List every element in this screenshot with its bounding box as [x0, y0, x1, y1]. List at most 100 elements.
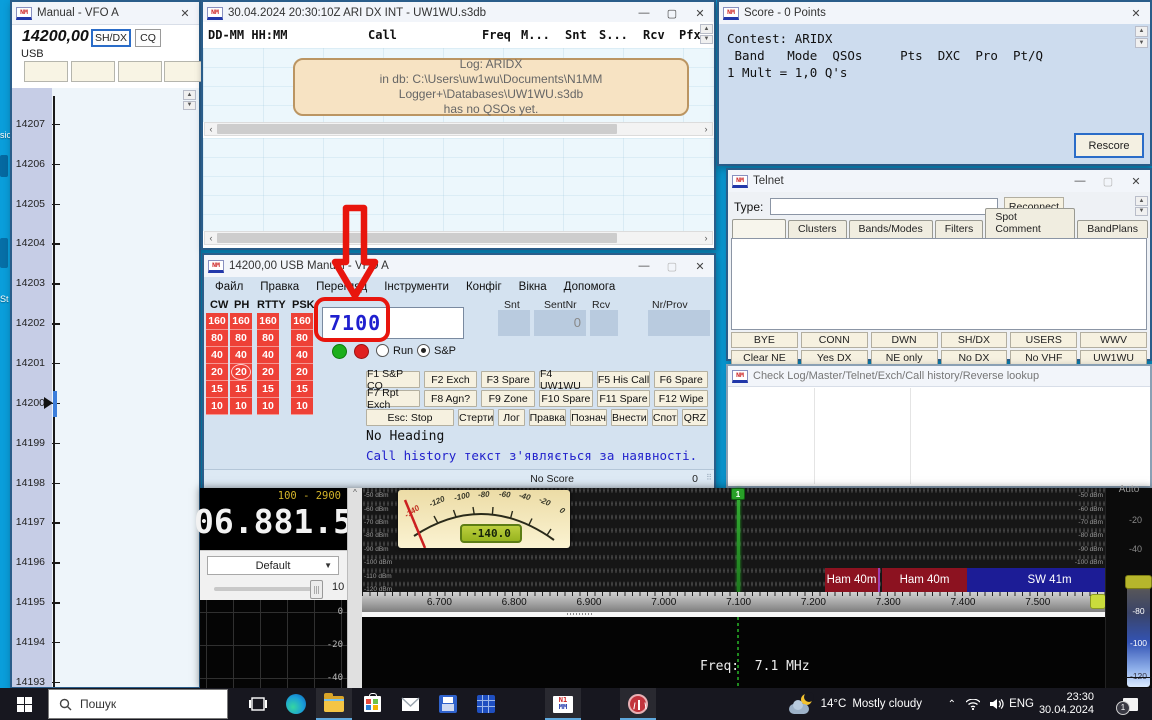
log-column-header[interactable]: DD-MM HH:MM [208, 28, 287, 42]
telnet-command-button[interactable]: BYE [731, 332, 798, 348]
function-key-button[interactable]: F1 S&P CQ [366, 371, 420, 388]
band-button[interactable]: 80 [230, 330, 252, 347]
log-column-header[interactable]: Pfx [679, 28, 701, 42]
function-key-button[interactable]: F4 UW1WU [539, 371, 593, 388]
telnet-command-button[interactable]: SH/DX [941, 332, 1008, 348]
function-key-button[interactable]: F12 Wipe [654, 390, 708, 407]
band-button[interactable]: 40 [206, 347, 228, 364]
volume-tray-icon[interactable] [990, 688, 1004, 720]
action-button[interactable]: Стерти [458, 409, 494, 426]
action-button[interactable]: Спот [652, 409, 678, 426]
minimize-icon[interactable]: — [630, 2, 658, 24]
log-hscrollbar2[interactable]: ‹ › [204, 231, 713, 245]
waterfall-color-scale[interactable]: -80 -100 -120 [1127, 575, 1150, 687]
tab-current[interactable] [732, 219, 786, 238]
file-explorer-button[interactable] [316, 688, 352, 720]
vfo-field[interactable] [24, 61, 68, 82]
nrprov-field[interactable] [648, 310, 710, 336]
close-icon[interactable]: ✕ [1122, 2, 1150, 24]
band-button[interactable]: 10 [230, 398, 252, 415]
minimize-icon[interactable]: — [630, 255, 658, 277]
telnet-command-button[interactable]: DWN [871, 332, 938, 348]
close-icon[interactable]: ✕ [686, 255, 714, 277]
action-button[interactable]: Esc: Stop [366, 409, 454, 426]
scrollbar-thumb[interactable] [217, 233, 617, 243]
function-key-button[interactable]: F7 Rpt Exch [366, 390, 420, 407]
sdr-taskbar-button[interactable] [620, 688, 656, 720]
clock-tray[interactable]: 23:30 30.04.2024 [1039, 688, 1094, 720]
band-button[interactable]: 20 [206, 364, 228, 381]
network-tray-icon[interactable] [966, 688, 980, 720]
band-button[interactable]: 10 [291, 398, 313, 415]
band-button[interactable]: 15 [206, 381, 228, 398]
sentnr-field[interactable]: 0 [534, 310, 586, 336]
save-app-button[interactable] [430, 688, 466, 720]
volume-slider[interactable] [214, 587, 322, 591]
run-radio[interactable]: Run [376, 344, 413, 357]
close-icon[interactable]: ✕ [686, 2, 714, 24]
language-indicator[interactable]: ENG [1009, 688, 1034, 720]
band-button[interactable]: 15 [291, 381, 313, 398]
shdx-button[interactable]: SH/DX [91, 29, 131, 47]
panel-splitter[interactable]: ^ [347, 488, 362, 688]
band-button[interactable]: 10 [257, 398, 279, 415]
function-key-button[interactable]: F2 Exch [424, 371, 478, 388]
rcv-field[interactable] [590, 310, 618, 336]
band-button[interactable]: 40 [230, 347, 252, 364]
tuning-marker-flag[interactable]: 1 [731, 488, 745, 500]
action-button[interactable]: Лог [498, 409, 524, 426]
telnet-command-button[interactable]: WWV [1080, 332, 1147, 348]
action-button[interactable]: Внести [611, 409, 648, 426]
color-scale-handle[interactable] [1125, 575, 1152, 589]
log-column-header[interactable]: Rcv [643, 28, 665, 42]
function-key-button[interactable]: F9 Zone [481, 390, 535, 407]
edge-button[interactable] [278, 688, 314, 720]
function-key-button[interactable]: F10 Spare [539, 390, 593, 407]
score-spinner[interactable]: ▲▼ [1135, 26, 1148, 48]
collapse-icon[interactable]: ^ [353, 488, 357, 497]
taskbar-search[interactable]: Пошук [48, 689, 228, 719]
function-key-button[interactable]: F5 His Call [597, 371, 651, 388]
bandmap-spinner[interactable]: ▲▼ [183, 90, 196, 110]
band-button[interactable]: 80 [206, 330, 228, 347]
minimize-icon[interactable]: — [1066, 170, 1094, 192]
function-key-button[interactable]: F3 Spare [481, 371, 535, 388]
telnet-tab[interactable]: BandPlans [1077, 220, 1148, 238]
vfo-field[interactable] [118, 61, 162, 82]
menu-item[interactable]: Інструменти [384, 281, 449, 293]
band-button[interactable]: 15 [230, 381, 252, 398]
mail-button[interactable] [392, 688, 428, 720]
menu-item[interactable]: Допомога [564, 281, 616, 293]
telnet-tab[interactable]: Filters [935, 220, 984, 238]
band-button[interactable]: 80 [257, 330, 279, 347]
slider-handle[interactable] [310, 580, 323, 599]
menu-item[interactable]: Вікна [519, 281, 547, 293]
notification-center-button[interactable]: 1 [1123, 688, 1138, 720]
weather-widget[interactable]: 14°C Mostly cloudy [789, 688, 922, 720]
tuning-marker-line[interactable] [737, 488, 740, 592]
store-button[interactable] [354, 688, 390, 720]
telnet-command-button[interactable]: CONN [801, 332, 868, 348]
log-column-header[interactable]: Snt [565, 28, 587, 42]
band-button[interactable]: 160 [206, 313, 228, 330]
maximize-icon[interactable]: ▢ [658, 2, 686, 24]
function-key-button[interactable]: F6 Spare [654, 371, 708, 388]
band-button[interactable]: 20 [291, 364, 313, 381]
resize-grip-icon[interactable]: ⠿ [706, 473, 712, 482]
spreadsheet-app-button[interactable] [468, 688, 504, 720]
telnet-tab[interactable]: Clusters [788, 220, 847, 238]
band-button[interactable]: 40 [257, 347, 279, 364]
function-key-button[interactable]: F8 Agn? [424, 390, 478, 407]
bandmap[interactable]: 1420714206142051420414203142021420114200… [12, 88, 199, 687]
start-button[interactable] [0, 688, 48, 720]
n1mm-taskbar-button[interactable]: N1MM [545, 688, 581, 720]
close-icon[interactable]: ✕ [1122, 170, 1150, 192]
waterfall-display[interactable]: Freq: 7.1 MHz [362, 617, 1105, 688]
action-button[interactable]: Правка [529, 409, 566, 426]
task-view-button[interactable] [240, 688, 276, 720]
cq-button[interactable]: CQ [135, 29, 161, 47]
action-button[interactable]: QRZ [682, 409, 708, 426]
band-button[interactable]: 80 [291, 330, 313, 347]
band-button[interactable]: 160 [291, 313, 313, 330]
menu-item[interactable]: Конфіг [466, 281, 502, 293]
